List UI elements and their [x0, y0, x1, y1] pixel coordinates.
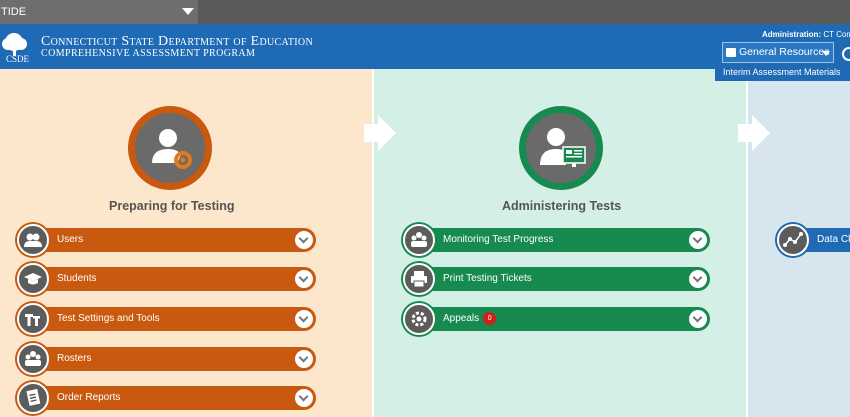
nav-item-label: Order Reports: [57, 392, 121, 403]
help-icon[interactable]: [842, 47, 850, 61]
nav-item-label: Monitoring Test Progress: [443, 234, 554, 245]
section-title-preparing: Preparing for Testing: [109, 199, 235, 213]
administration-value: CT Com: [823, 30, 850, 39]
administering-hero-icon: [519, 106, 603, 190]
top-bar: TIDE: [0, 0, 850, 24]
nav-item-label: Appeals 0: [443, 307, 497, 331]
nav-item-label: Rosters: [57, 353, 92, 364]
administration-label: Administration: CT Com: [762, 30, 850, 39]
system-select[interactable]: TIDE: [0, 0, 198, 24]
appeals-label: Appeals: [443, 313, 480, 324]
printer-icon: [403, 263, 435, 295]
nav-item-label: Test Settings and Tools: [57, 313, 160, 324]
appeals-count-badge: 0: [483, 311, 497, 325]
nav-item-students[interactable]: Students: [17, 263, 316, 295]
report-icon: [17, 382, 49, 414]
nav-item-users[interactable]: Users: [17, 224, 316, 256]
users-icon: [17, 224, 49, 256]
chevron-down-icon: [182, 8, 194, 15]
monitor-icon: [403, 224, 435, 256]
appeals-icon: [403, 303, 435, 335]
nav-item-rosters[interactable]: Rosters: [17, 343, 316, 375]
preparing-hero-icon: [128, 106, 212, 190]
chevron-down-icon[interactable]: [295, 389, 313, 407]
chevron-down-icon[interactable]: [689, 310, 707, 328]
tools-icon: [17, 303, 49, 335]
system-select-label: TIDE: [1, 6, 27, 18]
general-resources-label: General Resources: [739, 46, 830, 58]
nav-item-appeals[interactable]: Appeals 0: [403, 303, 710, 335]
nav-item-label: Data Cle: [817, 234, 850, 245]
graduation-cap-icon: [17, 263, 49, 295]
chevron-down-icon[interactable]: [689, 270, 707, 288]
nav-item-label: Print Testing Tickets: [443, 273, 532, 284]
nav-item-monitoring-test-progress[interactable]: Monitoring Test Progress: [403, 224, 710, 256]
data-chart-icon: [777, 224, 809, 256]
document-icon: [726, 48, 736, 57]
nav-item-order-reports[interactable]: Order Reports: [17, 382, 316, 414]
interim-assessment-materials-item[interactable]: Interim Assessment Materials: [715, 63, 850, 81]
section-title-administering: Administering Tests: [502, 199, 622, 213]
csde-logo: CSDE: [2, 33, 30, 64]
nav-item-label: Users: [57, 234, 84, 245]
nav-item-label: Students: [57, 273, 97, 284]
rosters-icon: [17, 343, 49, 375]
program-name: Comprehensive Assessment Program: [41, 48, 256, 59]
logo-text: CSDE: [6, 54, 30, 64]
administration-prefix: Administration:: [762, 30, 822, 39]
chevron-down-icon[interactable]: [295, 310, 313, 328]
chevron-down-icon: [822, 51, 830, 56]
chevron-down-icon[interactable]: [295, 231, 313, 249]
chevron-down-icon[interactable]: [295, 270, 313, 288]
general-resources-button[interactable]: General Resources: [722, 42, 834, 63]
chevron-down-icon[interactable]: [295, 350, 313, 368]
nav-item-print-testing-tickets[interactable]: Print Testing Tickets: [403, 263, 710, 295]
chevron-down-icon[interactable]: [689, 231, 707, 249]
nav-item-data-clean[interactable]: Data Cle: [777, 224, 850, 256]
nav-item-test-settings[interactable]: Test Settings and Tools: [17, 303, 316, 335]
